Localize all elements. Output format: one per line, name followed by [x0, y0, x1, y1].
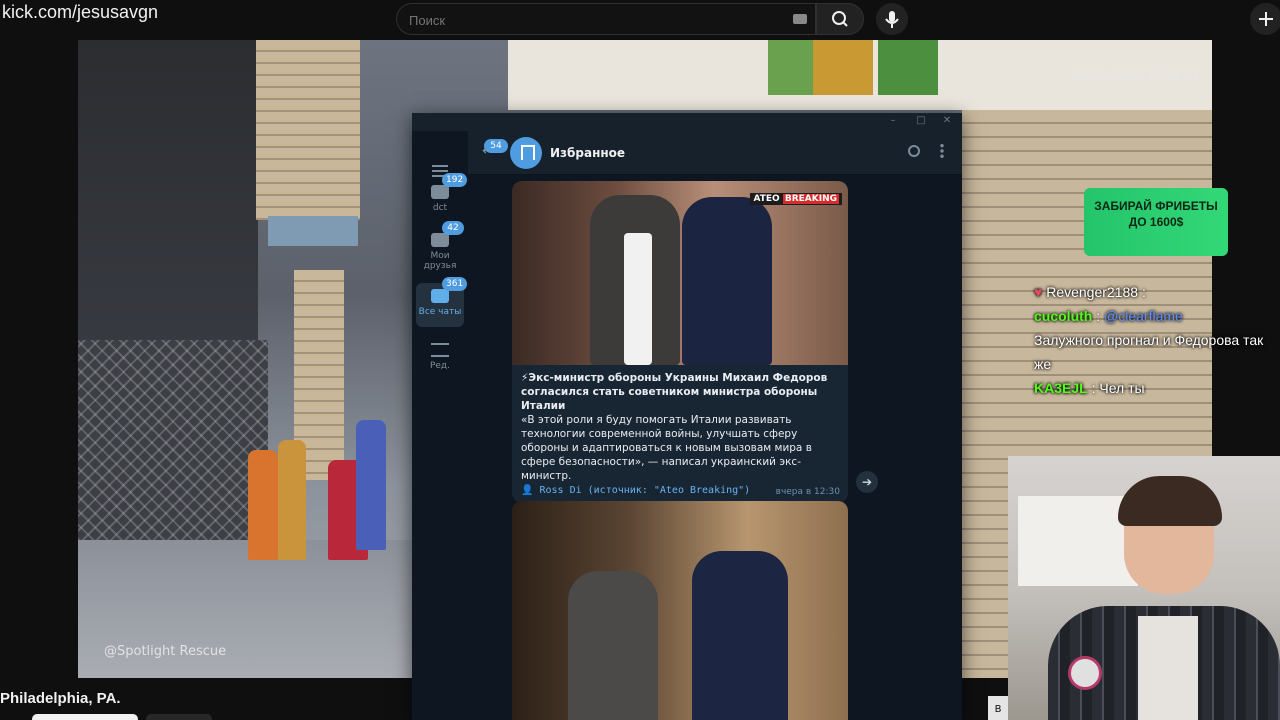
chat-header: ← 54 Избранное: [468, 131, 962, 175]
unread-badge: 42: [442, 221, 464, 235]
maximize-icon[interactable]: □: [914, 115, 928, 127]
folder-label: Мои друзья: [423, 251, 457, 271]
search-input[interactable]: [409, 10, 779, 30]
chat-username[interactable]: KA3EJL: [1034, 380, 1088, 396]
chats-icon: [431, 289, 449, 303]
search-icon[interactable]: [908, 145, 920, 157]
video-shop-sign: [813, 40, 873, 95]
folder-label: Все чаты: [418, 307, 462, 317]
plus-icon: [1259, 12, 1273, 26]
chat-text: Залужного прогнал и Федорова так же: [1034, 332, 1264, 372]
folder-all-chats[interactable]: 361 Все чаты: [416, 277, 468, 327]
create-button[interactable]: [1250, 3, 1280, 35]
sliders-icon: [431, 343, 449, 357]
corner-label: в: [988, 696, 1008, 720]
folders-sidebar: 192 dct 42 Мои друзья 361 Все чаты Ред.: [412, 131, 468, 720]
message-time: вчера в 12:30: [775, 487, 840, 497]
video-beam: [268, 216, 358, 246]
message-bubble[interactable]: [512, 501, 848, 720]
cam-tshirt: [1138, 616, 1198, 720]
search-box[interactable]: [396, 3, 816, 35]
photo-person: [682, 197, 772, 365]
video-fence: [78, 340, 268, 540]
unread-badge: 361: [442, 277, 468, 291]
video-person: [356, 420, 386, 550]
saved-messages-avatar[interactable]: [510, 137, 542, 169]
message-bubble[interactable]: ATEO BREAKING ⚡Экс-министр обороны Украи…: [512, 181, 848, 503]
mic-icon: [885, 11, 899, 28]
chat-bubble-icon: [431, 185, 449, 199]
close-icon[interactable]: ✕: [940, 115, 954, 127]
message-source-link[interactable]: 👤 Ross Di (источник: "Ateo Breaking"): [521, 485, 750, 496]
mic-button[interactable]: [876, 3, 908, 35]
keyboard-icon[interactable]: [793, 14, 807, 24]
telegram-window: – □ ✕ 192 dct 42 Мои друзья 361 Все чаты: [412, 113, 962, 720]
chat-bubble-icon: [431, 233, 449, 247]
chat-username[interactable]: Revenger2188: [1046, 284, 1138, 300]
video-timestamp: 08-29-2025 15:54:27: [1072, 68, 1200, 82]
search-button[interactable]: [816, 3, 864, 35]
minimize-icon[interactable]: –: [886, 115, 900, 127]
microphone-icon: [1068, 656, 1102, 690]
folder-dct[interactable]: 192 dct: [416, 173, 468, 225]
action-pill[interactable]: [32, 714, 138, 720]
promo-banner[interactable]: ЗАБИРАЙ ФРИБЕТЫ ДО 1600$: [1084, 188, 1228, 256]
video-person: [248, 450, 278, 560]
video-shop-sign: [878, 40, 938, 95]
message-quote: «В этой роли я буду помогать Италии разв…: [521, 414, 812, 482]
chat-mention[interactable]: @clearflame: [1104, 308, 1183, 324]
unread-badge: 192: [442, 173, 468, 187]
folder-edit[interactable]: Ред.: [416, 337, 464, 377]
chat-message: KA3EJL : Чел ты: [1034, 380, 1145, 396]
photo-person: [568, 571, 658, 720]
chat-message: cucoluth : @clearflame Залужного прогнал…: [1034, 304, 1280, 376]
cam-hair: [1118, 476, 1222, 526]
folder-label: dct: [432, 203, 448, 213]
message-list[interactable]: ATEO BREAKING ⚡Экс-министр обороны Украи…: [468, 175, 962, 720]
stream-location: Philadelphia, PA.: [0, 690, 121, 707]
message-photo[interactable]: ATEO BREAKING: [512, 181, 848, 365]
video-person: [278, 440, 306, 560]
window-titlebar: – □ ✕: [412, 113, 962, 131]
promo-text: ЗАБИРАЙ ФРИБЕТЫ ДО 1600$: [1094, 199, 1218, 229]
heart-icon: ♥: [1034, 284, 1043, 300]
message-headline: ⚡Экс-министр обороны Украины Михаил Федо…: [521, 372, 828, 412]
stream-chat: ♥ Revenger2188 : cucoluth : @clearflame …: [1034, 280, 1280, 400]
screen: kick.com/jesusavgn 08-29-2025 15:54:: [0, 0, 1280, 720]
back-unread-badge: 54: [484, 139, 508, 153]
video-credit: @Spotlight Rescue: [104, 644, 227, 659]
chat-text: Чел ты: [1099, 380, 1145, 396]
photo-shirt: [624, 233, 652, 365]
message-photo[interactable]: [512, 501, 848, 720]
photo-watermark: ATEO BREAKING: [750, 193, 842, 205]
folder-my-friends[interactable]: 42 Мои друзья: [416, 221, 464, 277]
folder-label: Ред.: [429, 361, 451, 371]
action-pill[interactable]: [146, 714, 212, 720]
chat-title[interactable]: Избранное: [550, 146, 625, 160]
search-icon: [832, 11, 848, 27]
chat-message: ♥ Revenger2188 :: [1034, 284, 1146, 300]
top-bar: kick.com/jesusavgn: [0, 0, 1280, 40]
video-pillar: [256, 40, 360, 220]
forward-icon[interactable]: ➔: [856, 471, 878, 493]
more-options-icon[interactable]: [940, 143, 944, 159]
photo-person: [692, 551, 788, 720]
chat-username[interactable]: cucoluth: [1034, 308, 1092, 324]
streamer-webcam: [1008, 456, 1280, 720]
channel-url: kick.com/jesusavgn: [2, 2, 159, 22]
